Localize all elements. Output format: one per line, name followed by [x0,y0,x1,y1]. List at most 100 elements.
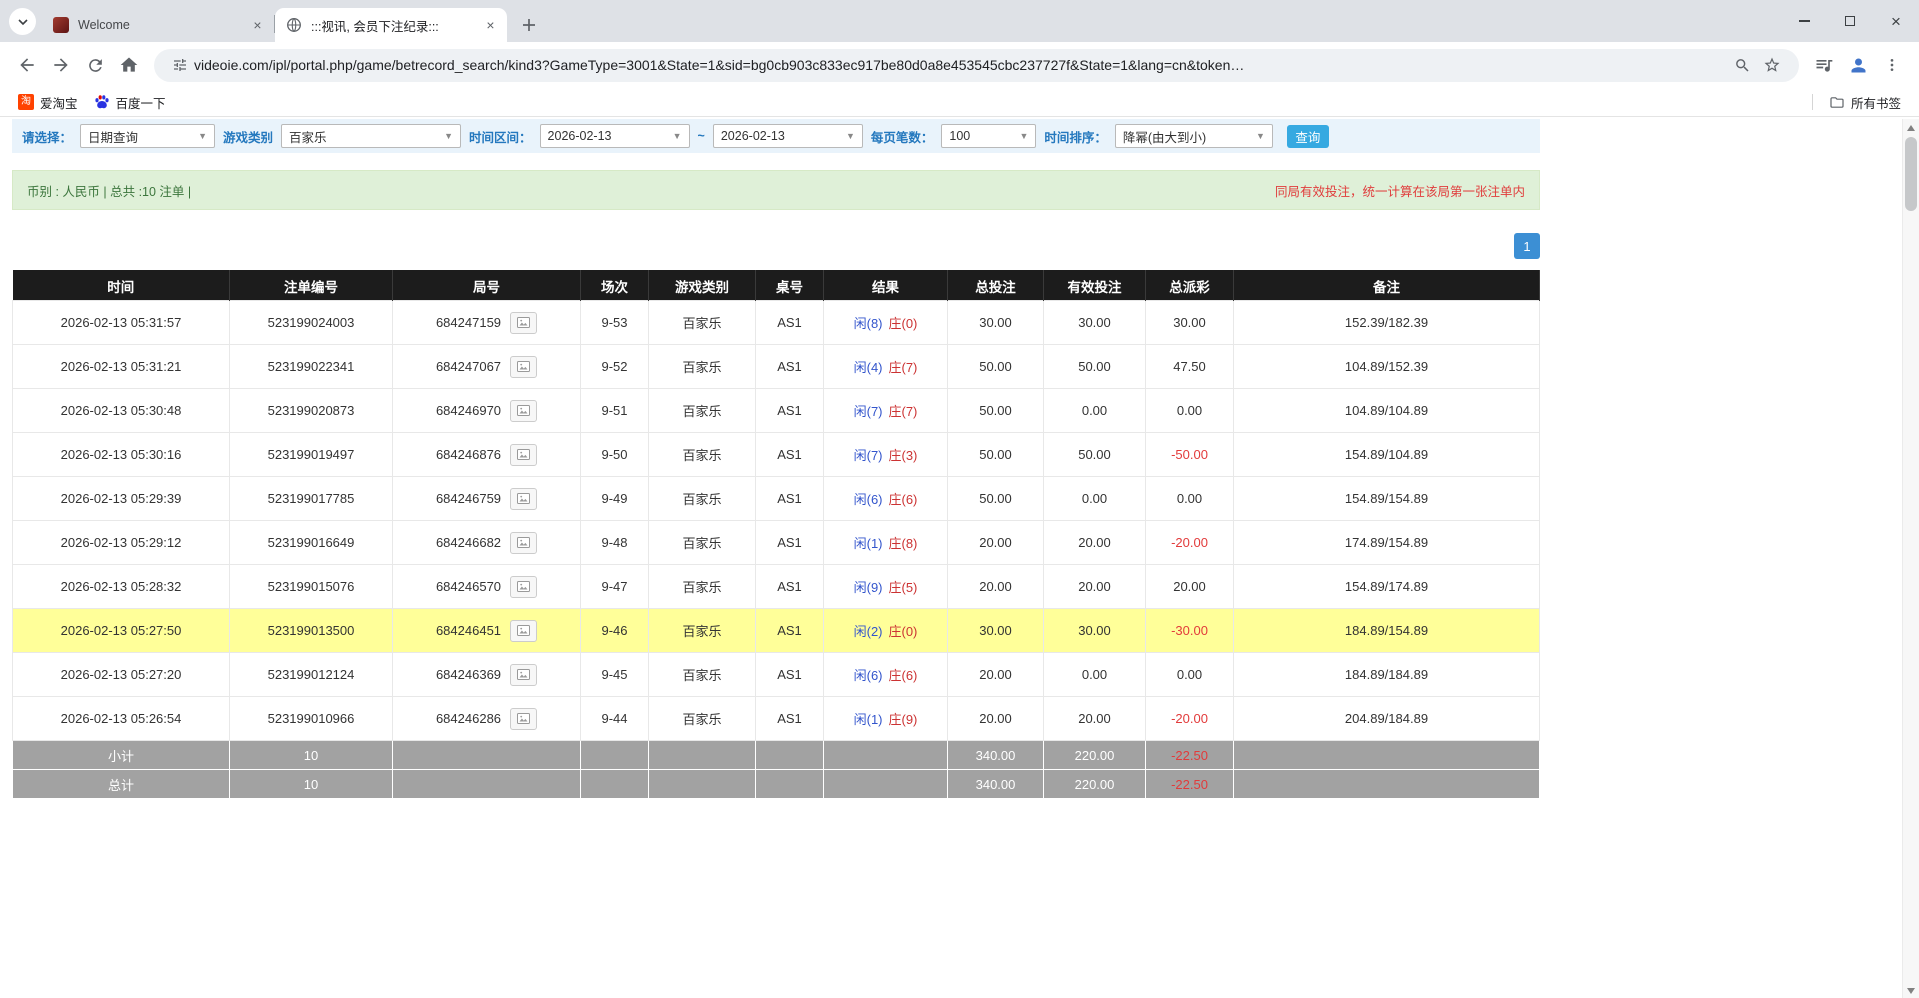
scroll-up-icon[interactable] [1907,125,1915,131]
cell-note: 154.89/104.89 [1234,433,1540,477]
cell-game-type: 百家乐 [649,433,756,477]
cell-payout: -50.00 [1146,433,1234,477]
cell-game-type: 百家乐 [649,697,756,741]
cell-result: 闲(7)庄(7) [824,389,948,433]
minimize-button[interactable] [1781,0,1827,42]
close-button[interactable]: × [1873,0,1919,42]
video-replay-button[interactable] [510,444,537,466]
tab-betrecord[interactable]: :::视讯, 会员下注纪录::: × [275,8,507,42]
cell-note: 154.89/154.89 [1234,477,1540,521]
bookmark-label: 百度一下 [116,93,166,112]
cell-time: 2026-02-13 05:31:21 [13,345,230,389]
video-replay-button[interactable] [510,532,537,554]
cell-table-no: AS1 [756,477,824,521]
browser-menu-button[interactable] [1875,48,1909,82]
cell-total-bet: 20.00 [948,565,1044,609]
video-replay-button[interactable] [510,312,537,334]
cell-payout: 30.00 [1146,301,1234,345]
cell-result: 闲(6)庄(6) [824,653,948,697]
round-number: 684246876 [436,447,501,462]
tab-search-button[interactable] [9,8,36,35]
cell-round: 684246570 [393,565,581,609]
page-content: 请选择： 日期查询▼ 游戏类别 百家乐▼ 时间区间： 2026-02-13▼ ~… [0,119,1919,998]
video-replay-button[interactable] [510,620,537,642]
home-icon [119,55,139,75]
table-footer: 小计 10 340.00 220.00 -22.50 总计 10 340.00 … [13,741,1540,799]
table-row: 2026-02-13 05:28:32 523199015076 6842465… [13,565,1540,609]
subtotal-row: 小计 10 340.00 220.00 -22.50 [13,741,1540,770]
search-button[interactable]: 查询 [1287,125,1329,148]
vertical-scrollbar[interactable] [1902,119,1919,998]
home-button[interactable] [112,48,146,82]
maximize-button[interactable] [1827,0,1873,42]
video-replay-button[interactable] [510,708,537,730]
cell-valid-bet: 0.00 [1044,389,1146,433]
filter-bar: 请选择： 日期查询▼ 游戏类别 百家乐▼ 时间区间： 2026-02-13▼ ~… [12,119,1540,153]
cell-table-no: AS1 [756,345,824,389]
bookmarks-divider [1812,94,1813,110]
date-to-input[interactable]: 2026-02-13▼ [713,124,863,148]
cell-session: 9-44 [581,697,649,741]
cell-time: 2026-02-13 05:30:16 [13,433,230,477]
query-type-select[interactable]: 日期查询▼ [80,124,215,148]
profile-avatar[interactable] [1841,48,1875,82]
video-replay-button[interactable] [510,356,537,378]
refresh-button[interactable] [78,48,112,82]
folder-icon [1829,94,1845,110]
cell-valid-bet: 20.00 [1044,521,1146,565]
scrollbar-thumb[interactable] [1905,137,1917,211]
back-button[interactable] [10,48,44,82]
new-tab-button[interactable] [515,11,542,38]
scroll-down-icon[interactable] [1907,988,1915,994]
media-controls-button[interactable] [1807,48,1841,82]
cell-note: 204.89/184.89 [1234,697,1540,741]
tab-close-icon[interactable]: × [482,17,499,34]
tab-close-icon[interactable]: × [249,17,266,34]
cell-session: 9-50 [581,433,649,477]
date-from-value: 2026-02-13 [548,129,612,143]
sort-select[interactable]: 降幂(由大到小)▼ [1115,124,1273,148]
subtotal-payout: -22.50 [1146,741,1234,770]
cell-game-type: 百家乐 [649,609,756,653]
page-button-1[interactable]: 1 [1514,233,1540,259]
total-valid-bet: 220.00 [1044,770,1146,799]
cell-result: 闲(8)庄(0) [824,301,948,345]
game-type-select[interactable]: 百家乐▼ [281,124,461,148]
url-text[interactable]: videoie.com/ipl/portal.php/game/betrecor… [194,57,1728,73]
cell-time: 2026-02-13 05:29:12 [13,521,230,565]
bookmark-star-icon[interactable] [1757,56,1787,74]
bookmark-baidu[interactable]: 百度一下 [86,91,174,113]
table-body: 2026-02-13 05:31:57 523199024003 6842471… [13,301,1540,741]
cell-bet-id: 523199010966 [230,697,393,741]
banker-result: 庄(7) [889,357,918,376]
round-number: 684247067 [436,359,501,374]
forward-button[interactable] [44,48,78,82]
cell-valid-bet: 0.00 [1044,653,1146,697]
back-arrow-icon [17,55,37,75]
video-replay-icon [516,360,531,373]
video-replay-button[interactable] [510,400,537,422]
cell-time: 2026-02-13 05:27:50 [13,609,230,653]
video-replay-button[interactable] [510,488,537,510]
address-bar[interactable]: videoie.com/ipl/portal.php/game/betrecor… [154,49,1799,82]
cell-note: 184.89/184.89 [1234,653,1540,697]
player-result: 闲(7) [854,445,883,464]
date-from-input[interactable]: 2026-02-13▼ [540,124,690,148]
video-replay-button[interactable] [510,664,537,686]
all-bookmarks-button[interactable]: 所有书签 [1821,91,1909,113]
zoom-indicator-icon[interactable] [1728,57,1757,74]
media-controls-icon [1814,55,1834,75]
site-info-icon[interactable] [166,57,194,73]
page-size-select[interactable]: 100▼ [941,124,1036,148]
col-header-payout: 总派彩 [1146,271,1234,301]
cell-total-bet: 50.00 [948,433,1044,477]
cell-note: 184.89/154.89 [1234,609,1540,653]
total-count: 10 [230,770,393,799]
bookmark-taobao[interactable]: 淘 爱淘宝 [10,91,86,113]
tab-welcome[interactable]: Welcome × [42,8,274,42]
total-label: 总计 [13,770,230,799]
video-replay-icon [516,448,531,461]
chevron-down-icon: ▼ [1256,131,1265,141]
video-replay-button[interactable] [510,576,537,598]
cell-session: 9-49 [581,477,649,521]
